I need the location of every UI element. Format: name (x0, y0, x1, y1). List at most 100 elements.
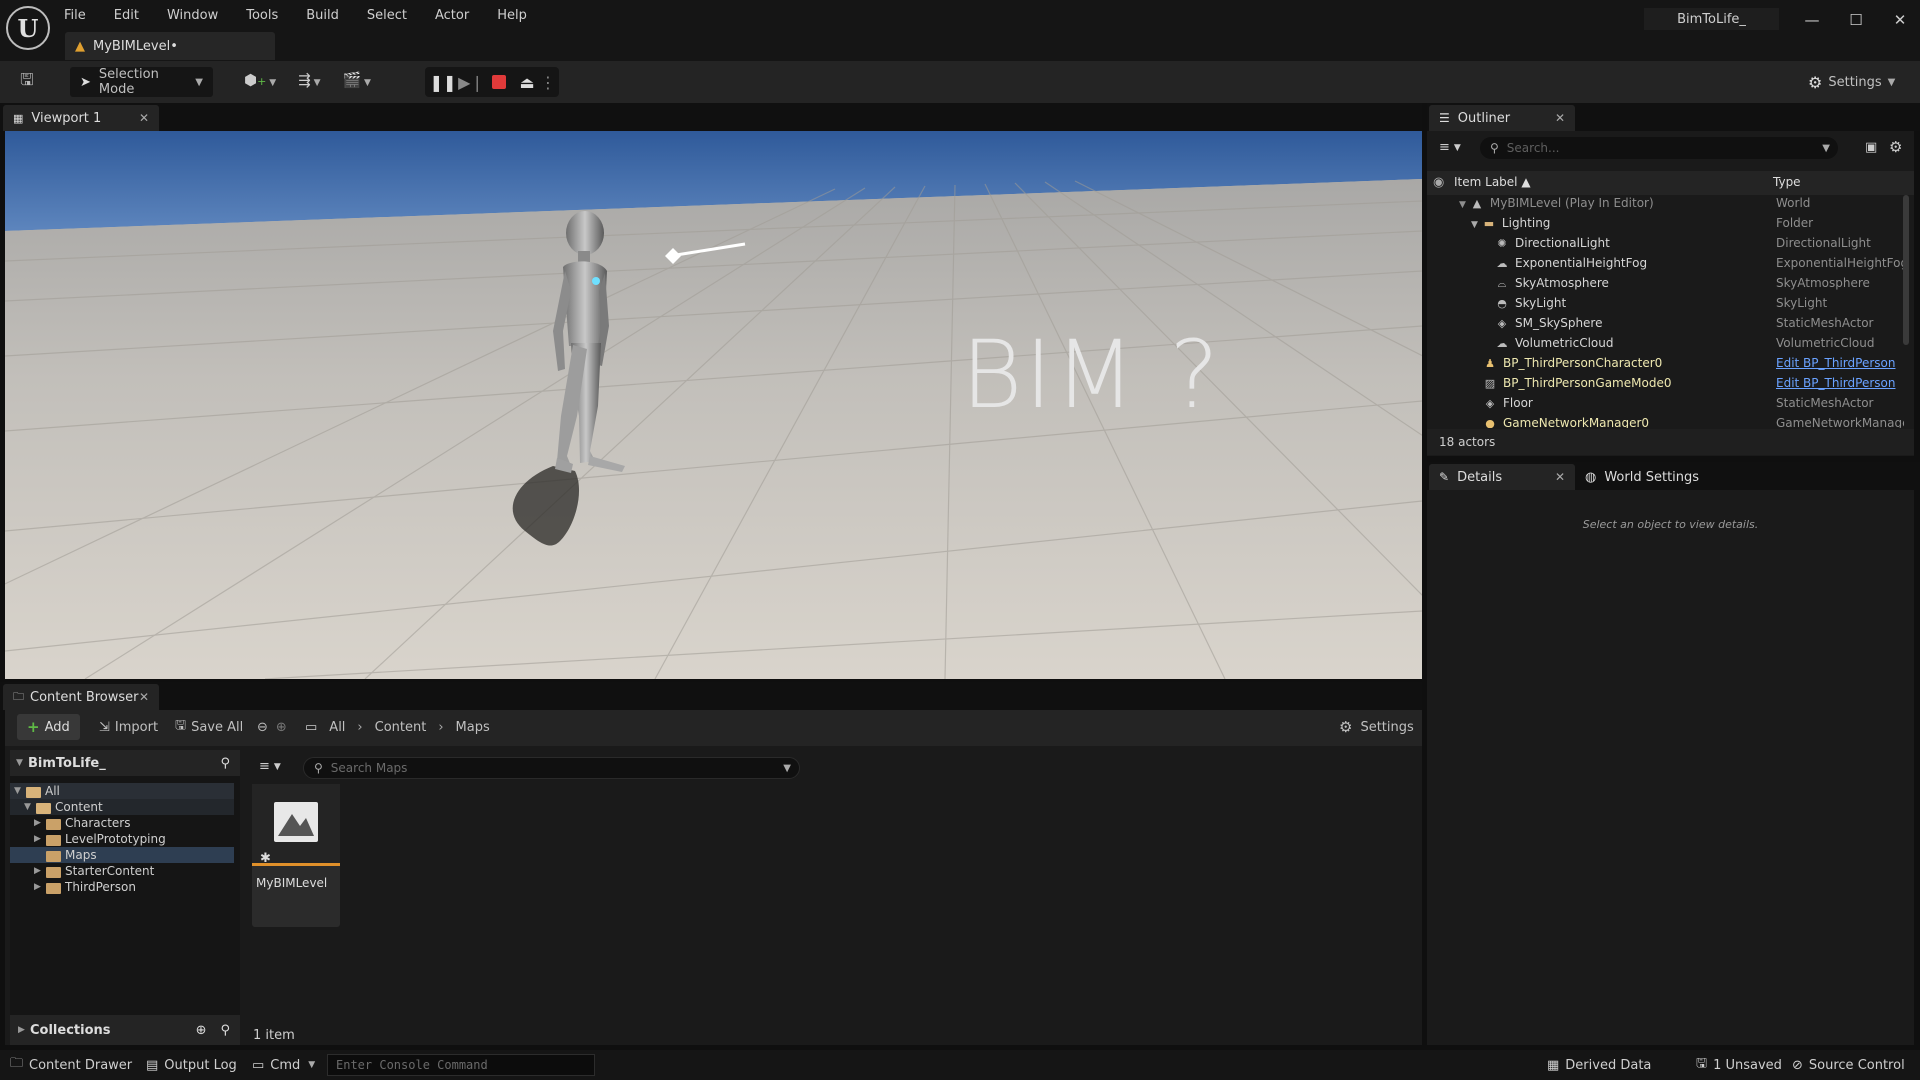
cb-settings-button[interactable]: ⚙ Settings (1339, 714, 1414, 740)
outliner-row[interactable]: ▼ ▲ MyBIMLevel (Play In Editor) World (1427, 196, 1907, 216)
edit-blueprint-link[interactable]: Edit BP_ThirdPerson (1776, 356, 1904, 370)
column-type[interactable]: Type (1773, 175, 1801, 189)
close-icon[interactable]: ✕ (1878, 4, 1920, 36)
derived-data-button[interactable]: ▦ Derived Data (1537, 1050, 1661, 1080)
breadcrumb-content[interactable]: Content (375, 720, 427, 735)
pencil-icon: ✎ (1439, 470, 1450, 484)
unreal-logo-icon[interactable]: U (6, 6, 50, 50)
import-button[interactable]: ⇲ Import (99, 714, 158, 740)
close-tab-icon[interactable]: ✕ (1555, 470, 1565, 484)
outliner-row[interactable]: ◓ SkyLight SkyLight (1427, 296, 1907, 316)
skylight-icon: ◓ (1497, 297, 1507, 310)
eject-icon[interactable]: ⏏ (513, 67, 541, 97)
outliner-header: ◉ Item Label ▲ Type (1427, 171, 1914, 195)
outliner-search-input[interactable]: ⚲ Search... ▼ (1480, 137, 1838, 159)
menu-build[interactable]: Build (306, 8, 339, 23)
close-tab-icon[interactable]: ✕ (139, 690, 149, 704)
add-actor-icon[interactable]: ⬢+ ▼ (244, 71, 276, 89)
console-command-input[interactable]: Enter Console Command (327, 1054, 595, 1076)
tree-item-all[interactable]: ▼ All (10, 783, 234, 799)
tab-content-browser[interactable]: 🗀 Content Browser ✕ (3, 684, 159, 710)
maximize-icon[interactable]: ☐ (1834, 4, 1878, 36)
outliner-row[interactable]: ▼ ▬ Lighting Folder (1427, 216, 1907, 236)
outliner-row[interactable]: ◈ SM_SkySphere StaticMeshActor (1427, 316, 1907, 336)
filter-button[interactable]: ≡ ▼ (259, 759, 281, 774)
outliner-row[interactable]: ⌓ SkyAtmosphere SkyAtmosphere (1427, 276, 1907, 296)
chevron-down-icon: ▼ (783, 762, 791, 774)
visibility-eye-icon[interactable]: ◉ (1433, 175, 1444, 190)
stop-icon[interactable] (485, 67, 513, 97)
edit-blueprint-link[interactable]: Edit BP_ThirdPerson (1776, 376, 1904, 390)
breadcrumb-maps[interactable]: Maps (456, 720, 490, 735)
cinematics-icon[interactable]: 🎬 ▼ (343, 71, 371, 89)
plus-icon: + (27, 718, 40, 736)
save-all-button[interactable]: 🖫 Save All (175, 714, 243, 740)
outliner-row[interactable]: ♟ BP_ThirdPersonCharacter0 Edit BP_ThirdP… (1427, 356, 1907, 376)
new-folder-icon[interactable]: ▣ (1865, 140, 1877, 155)
menu-edit[interactable]: Edit (114, 8, 139, 23)
collapse-icon: ▶ (34, 866, 41, 876)
save-icon[interactable]: 🖫 (14, 69, 40, 95)
outliner-row[interactable]: ● GameNetworkManager0 GameNetworkManager (1427, 416, 1907, 428)
column-item-label[interactable]: Item Label ▲ (1454, 175, 1531, 189)
close-tab-icon[interactable]: ✕ (139, 111, 149, 125)
viewport-3d[interactable]: BIM ? (5, 131, 1422, 679)
search-icon[interactable]: ⚲ (220, 1023, 230, 1038)
settings-button[interactable]: ⚙ Settings ▼ (1808, 67, 1895, 97)
tree-item-content[interactable]: ▼ Content (10, 799, 234, 815)
blueprint-icon[interactable]: ⇶ ▼ (298, 71, 320, 89)
close-tab-icon[interactable]: ✕ (1555, 111, 1565, 125)
tree-item-startercontent[interactable]: ▶ StarterContent (10, 863, 234, 879)
folder-icon (46, 818, 61, 830)
outliner-row[interactable]: ▨ BP_ThirdPersonGameMode0 Edit BP_ThirdPe… (1427, 376, 1907, 396)
tree-item-maps[interactable]: Maps (10, 847, 234, 863)
tab-world-settings[interactable]: ◍ World Settings (1585, 464, 1699, 490)
search-icon: ⚲ (314, 761, 323, 775)
tab-outliner[interactable]: ☰ Outliner ✕ (1429, 105, 1575, 131)
tab-viewport[interactable]: ▦ Viewport 1 ✕ (3, 105, 159, 131)
outliner-row[interactable]: ◈ Floor StaticMeshActor (1427, 396, 1907, 416)
forward-icon[interactable]: ⊕ (276, 720, 287, 735)
tree-item-label: LevelPrototyping (65, 832, 166, 846)
content-browser-toolbar: + Add ⇲ Import 🖫 Save All ⊖ ⊕ ▭ All › Co… (5, 710, 1422, 746)
tab-details[interactable]: ✎ Details ✕ (1429, 464, 1575, 490)
tree-item-levelprototyping[interactable]: ▶ LevelPrototyping (10, 831, 234, 847)
outliner-row[interactable]: ✺ DirectionalLight DirectionalLight (1427, 236, 1907, 256)
selection-mode-dropdown[interactable]: ➤ Selection Mode ▼ (70, 67, 213, 97)
details-tabstrip: ✎ Details ✕ ◍ World Settings (1427, 462, 1920, 490)
back-icon[interactable]: ⊖ (257, 720, 268, 735)
outliner-filter-button[interactable]: ≡ ▼ (1439, 140, 1461, 155)
tree-item-thirdperson[interactable]: ▶ ThirdPerson (10, 879, 234, 895)
outliner-row[interactable]: ☁ VolumetricCloud VolumetricCloud (1427, 336, 1907, 356)
breadcrumb-all[interactable]: All (329, 720, 345, 735)
cmd-dropdown[interactable]: ▭ Cmd ▼ (242, 1050, 325, 1080)
menu-tools[interactable]: Tools (246, 8, 278, 23)
collections-header[interactable]: ▶ Collections ⊕ ⚲ (10, 1015, 240, 1045)
output-log-button[interactable]: ▤ Output Log (136, 1050, 247, 1080)
add-collection-icon[interactable]: ⊕ (196, 1023, 207, 1038)
source-control-button[interactable]: ⊘ Source Control (1782, 1050, 1915, 1080)
content-drawer-button[interactable]: 🗀 Content Drawer (0, 1050, 142, 1080)
outliner-scrollbar[interactable] (1903, 195, 1909, 345)
add-button[interactable]: + Add (17, 714, 80, 740)
breadcrumb: ▭ All › Content › Maps (305, 714, 490, 740)
step-forward-icon[interactable]: ▶❘ (457, 67, 485, 97)
asset-tile-mybimlevel[interactable]: ✱ MyBIMLevel (252, 784, 340, 927)
more-options-icon[interactable]: ⋮ (540, 67, 556, 97)
gear-icon[interactable]: ⚙ (1889, 138, 1902, 156)
pause-icon[interactable]: ❚❚ (429, 67, 457, 97)
sources-header[interactable]: ▼ BimToLife_ ⚲ (10, 750, 240, 776)
minimize-icon[interactable]: — (1790, 4, 1834, 36)
outliner-row[interactable]: ☁ ExponentialHeightFog ExponentialHeightF… (1427, 256, 1907, 276)
menu-select[interactable]: Select (367, 8, 407, 23)
unsaved-button[interactable]: 🖫 1 Unsaved (1686, 1050, 1792, 1080)
menu-file[interactable]: File (64, 8, 86, 23)
collapse-icon: ▶ (34, 818, 41, 828)
tree-item-characters[interactable]: ▶ Characters (10, 815, 234, 831)
level-tab[interactable]: ▲ MyBIMLevel• (65, 32, 275, 60)
menu-actor[interactable]: Actor (435, 8, 469, 23)
search-icon[interactable]: ⚲ (220, 756, 230, 771)
menu-help[interactable]: Help (497, 8, 527, 23)
search-maps-input[interactable]: ⚲ Search Maps ▼ (303, 757, 800, 779)
menu-window[interactable]: Window (167, 8, 218, 23)
